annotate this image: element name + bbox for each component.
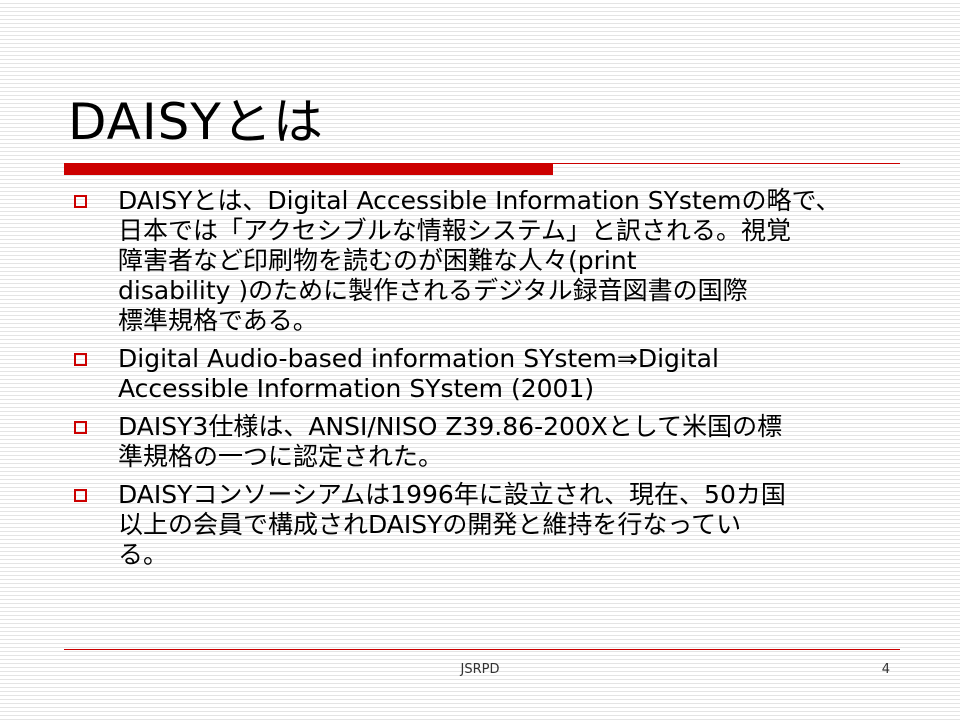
footer-divider (64, 649, 900, 650)
presentation-slide: DAISYとは DAISYとは、Digital Accessible Infor… (0, 0, 960, 720)
hollow-square-bullet-icon (74, 421, 87, 434)
bullet-item-2: Digital Audio-based information SYstem⇒D… (72, 344, 900, 404)
page-number: 4 (881, 662, 890, 677)
bullet-text-2: Digital Audio-based information SYstem⇒D… (118, 344, 719, 403)
hollow-square-bullet-icon (74, 195, 87, 208)
hollow-square-bullet-icon (74, 353, 87, 366)
slide-title: DAISYとは (68, 93, 324, 151)
bullet-list: DAISYとは、Digital Accessible Information S… (72, 186, 900, 578)
bullet-text-3: DAISY3仕様は、ANSI/NISO Z39.86-200Xとして米国の標 準… (118, 412, 783, 471)
bullet-text-1: DAISYとは、Digital Accessible Information S… (118, 186, 841, 335)
hollow-square-bullet-icon (74, 489, 87, 502)
bullet-item-3: DAISY3仕様は、ANSI/NISO Z39.86-200Xとして米国の標 準… (72, 412, 900, 472)
title-underline-thick (64, 163, 553, 175)
bullet-item-1: DAISYとは、Digital Accessible Information S… (72, 186, 900, 336)
footer-organization: JSRPD (460, 662, 500, 677)
bullet-item-4: DAISYコンソーシアムは1996年に設立され、現在、50カ国 以上の会員で構成… (72, 480, 900, 570)
bullet-text-4: DAISYコンソーシアムは1996年に設立され、現在、50カ国 以上の会員で構成… (118, 480, 786, 569)
